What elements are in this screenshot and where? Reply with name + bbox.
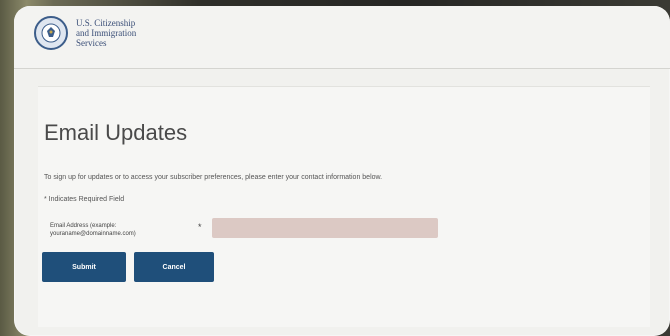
- agency-line-3: Services: [76, 38, 107, 48]
- page-title: Email Updates: [44, 120, 188, 145]
- agency-line-1: U.S. Citizenship: [76, 18, 136, 28]
- agency-name[interactable]: U.S. Citizenship and Immigration Service…: [76, 18, 166, 48]
- email-field-label: Email Address (example: youraname@domain…: [50, 223, 136, 237]
- site-header: U.S. Citizenship and Immigration Service…: [14, 6, 670, 69]
- page-card: U.S. Citizenship and Immigration Service…: [14, 6, 670, 336]
- dhs-seal-icon[interactable]: [34, 16, 68, 50]
- cancel-button[interactable]: Cancel: [134, 252, 214, 282]
- agency-line-2: and Immigration: [76, 28, 137, 38]
- email-field[interactable]: [212, 218, 438, 238]
- required-marker: *: [198, 222, 202, 232]
- required-field-note: * Indicates Required Field: [44, 196, 125, 203]
- submit-button[interactable]: Submit: [42, 252, 126, 282]
- instructions-text: To sign up for updates or to access your…: [44, 174, 383, 181]
